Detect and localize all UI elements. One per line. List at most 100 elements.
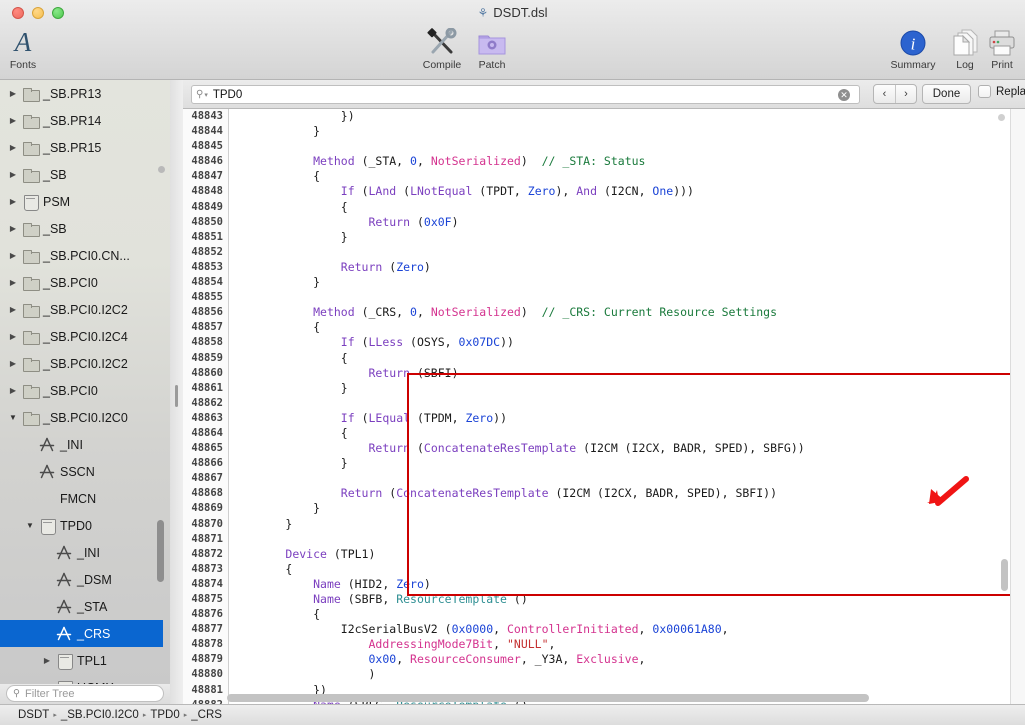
tree-item-fmcn[interactable]: FMCN (0, 485, 163, 512)
code-line[interactable]: Return (0x0F) (230, 215, 1010, 230)
disclosure-collapsed-icon[interactable]: ▶ (6, 197, 20, 206)
code-line[interactable]: If (LAnd (LNotEqual (TPDT, Zero), And (I… (230, 184, 1010, 199)
code-line[interactable]: Device (TPL1) (230, 547, 1010, 562)
disclosure-collapsed-icon[interactable]: ▶ (6, 359, 20, 368)
sidebar-splitter[interactable] (170, 80, 183, 705)
code-line[interactable] (230, 245, 1010, 260)
print-button[interactable]: Print (980, 26, 1024, 71)
disclosure-collapsed-icon[interactable]: ▶ (40, 656, 54, 665)
clear-search-icon[interactable]: ✕ (838, 89, 850, 101)
disclosure-expanded-icon[interactable]: ▼ (23, 521, 37, 530)
code-line[interactable]: 0x00, ResourceConsumer, _Y3A, Exclusive, (230, 652, 1010, 667)
code-line[interactable]: } (230, 124, 1010, 139)
editor-vertical-scrollbar[interactable] (1001, 559, 1008, 591)
code-line[interactable]: Return (Zero) (230, 260, 1010, 275)
code-line[interactable]: { (230, 169, 1010, 184)
patch-button[interactable]: Patch (465, 26, 519, 71)
summary-button[interactable]: i Summary (886, 26, 940, 71)
breadcrumb[interactable]: DSDT▸_SB.PCI0.I2C0▸TPD0▸_CRS (0, 709, 222, 721)
breadcrumb-item[interactable]: _CRS (191, 709, 222, 721)
code-line[interactable]: Method (_CRS, 0, NotSerialized) // _CRS:… (230, 305, 1010, 320)
replace-checkbox[interactable] (978, 85, 991, 98)
tree-item--sb-pci0-i2c2[interactable]: ▶_SB.PCI0.I2C2 (0, 350, 163, 377)
tree-item--sb[interactable]: ▶_SB (0, 161, 163, 188)
tree-item-ucmx[interactable]: ▶UCMX (0, 674, 163, 684)
code-line[interactable]: } (230, 517, 1010, 532)
tree-item--sb-pci0-cn-[interactable]: ▶_SB.PCI0.CN... (0, 242, 163, 269)
code-line[interactable]: { (230, 607, 1010, 622)
compile-button[interactable]: Compile (415, 26, 469, 71)
tree-item--sb-pci0-i2c4[interactable]: ▶_SB.PCI0.I2C4 (0, 323, 163, 350)
tree-item--sb-pci0[interactable]: ▶_SB.PCI0 (0, 269, 163, 296)
code-line[interactable]: { (230, 320, 1010, 335)
disclosure-collapsed-icon[interactable]: ▶ (6, 170, 20, 179)
replace-toggle[interactable]: Replace (978, 85, 1025, 98)
code-line[interactable]: If (LLess (OSYS, 0x07DC)) (230, 335, 1010, 350)
code-line[interactable]: Name (SBFB, ResourceTemplate () (230, 592, 1010, 607)
disclosure-collapsed-icon[interactable]: ▶ (6, 332, 20, 341)
code-line[interactable]: Return (SBFI) (230, 366, 1010, 381)
tree-item--sb-pr15[interactable]: ▶_SB.PR15 (0, 134, 163, 161)
disclosure-collapsed-icon[interactable]: ▶ (6, 89, 20, 98)
code-line[interactable]: ) (230, 667, 1010, 682)
code-editor[interactable]: 4884348844488454884648847488484884948850… (183, 109, 1010, 705)
search-input[interactable]: ⚲ ▾ TPD0 (191, 85, 860, 104)
tree-item-sscn[interactable]: SSCN (0, 458, 163, 485)
code-line[interactable]: If (LEqual (TPDM, Zero)) (230, 411, 1010, 426)
done-button[interactable]: Done (922, 84, 971, 104)
find-previous-button[interactable]: ‹ (874, 85, 895, 103)
code-line[interactable] (230, 396, 1010, 411)
tree-item--sta[interactable]: _STA (0, 593, 163, 620)
tree-item--sb-pr14[interactable]: ▶_SB.PR14 (0, 107, 163, 134)
code-line[interactable]: Name (HID2, Zero) (230, 577, 1010, 592)
tree-item--crs[interactable]: _CRS (0, 620, 163, 647)
code-line[interactable] (230, 471, 1010, 486)
tree-item--ini[interactable]: _INI (0, 431, 163, 458)
disclosure-collapsed-icon[interactable]: ▶ (6, 251, 20, 260)
disclosure-collapsed-icon[interactable]: ▶ (6, 143, 20, 152)
disclosure-expanded-icon[interactable]: ▼ (6, 413, 20, 422)
disclosure-collapsed-icon[interactable]: ▶ (6, 305, 20, 314)
tree-item--sb-pci0[interactable]: ▶_SB.PCI0 (0, 377, 163, 404)
tree-sidebar[interactable]: ▶_SB.PR13▶_SB.PR14▶_SB.PR15▶_SB▶PSM▶_SB▶… (0, 80, 170, 684)
code-line[interactable]: } (230, 275, 1010, 290)
code-line[interactable]: Return (ConcatenateResTemplate (I2CM (I2… (230, 486, 1010, 501)
tree-item--dsm[interactable]: _DSM (0, 566, 163, 593)
code-line[interactable] (230, 532, 1010, 547)
code-line[interactable] (230, 290, 1010, 305)
code-line[interactable]: { (230, 562, 1010, 577)
code-content[interactable]: }) } Method (_STA, 0, NotSerialized) // … (230, 109, 1010, 705)
tree-item-psm[interactable]: ▶PSM (0, 188, 163, 215)
code-line[interactable]: Method (_STA, 0, NotSerialized) // _STA:… (230, 154, 1010, 169)
code-line[interactable]: I2cSerialBusV2 (0x0000, ControllerInitia… (230, 622, 1010, 637)
disclosure-collapsed-icon[interactable]: ▶ (6, 116, 20, 125)
find-next-button[interactable]: › (895, 85, 916, 103)
device-tree[interactable]: ▶_SB.PR13▶_SB.PR14▶_SB.PR15▶_SB▶PSM▶_SB▶… (0, 80, 163, 684)
tree-item--sb-pci0-i2c2[interactable]: ▶_SB.PCI0.I2C2 (0, 296, 163, 323)
filter-tree-input[interactable]: ⚲ Filter Tree (6, 685, 164, 702)
breadcrumb-item[interactable]: _SB.PCI0.I2C0 (61, 709, 139, 721)
tree-item--ini[interactable]: _INI (0, 539, 163, 566)
editor-horizontal-scrollbar[interactable] (227, 694, 869, 702)
fonts-button[interactable]: A Fonts (0, 26, 46, 71)
chevron-down-icon[interactable]: ▾ (204, 91, 208, 99)
tree-item--sb[interactable]: ▶_SB (0, 215, 163, 242)
code-line[interactable]: } (230, 381, 1010, 396)
tree-scrollbar-thumb[interactable] (157, 520, 164, 582)
code-line[interactable]: } (230, 230, 1010, 245)
code-line[interactable]: { (230, 426, 1010, 441)
code-line[interactable] (230, 139, 1010, 154)
tree-item-tpl1[interactable]: ▶TPL1 (0, 647, 163, 674)
breadcrumb-item[interactable]: TPD0 (150, 709, 179, 721)
tree-item--sb-pr13[interactable]: ▶_SB.PR13 (0, 80, 163, 107)
code-line[interactable]: } (230, 456, 1010, 471)
code-line[interactable]: { (230, 200, 1010, 215)
code-line[interactable]: } (230, 501, 1010, 516)
tree-item-tpd0[interactable]: ▼TPD0 (0, 512, 163, 539)
disclosure-collapsed-icon[interactable]: ▶ (6, 278, 20, 287)
code-line[interactable]: AddressingMode7Bit, "NULL", (230, 637, 1010, 652)
disclosure-collapsed-icon[interactable]: ▶ (6, 224, 20, 233)
code-line[interactable]: }) (230, 109, 1010, 124)
code-line[interactable]: Return (ConcatenateResTemplate (I2CM (I2… (230, 441, 1010, 456)
breadcrumb-item[interactable]: DSDT (18, 709, 49, 721)
